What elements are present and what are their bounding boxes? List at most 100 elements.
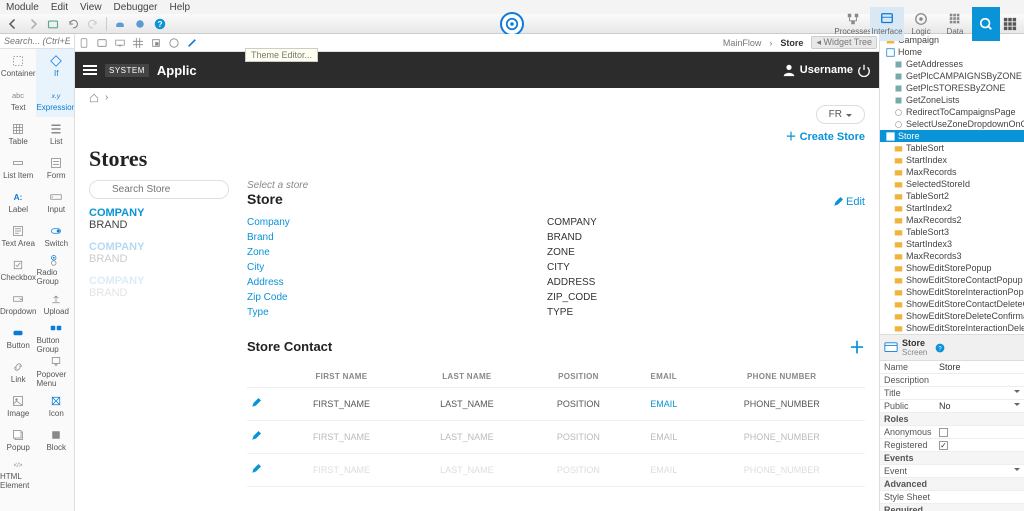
tree-item[interactable]: MaxRecords3 xyxy=(880,250,1024,262)
apps-icon[interactable] xyxy=(1000,7,1020,41)
breadcrumb-screen[interactable]: Store xyxy=(776,38,807,48)
help-icon[interactable]: ? xyxy=(151,15,169,33)
store-search-input[interactable] xyxy=(89,180,229,199)
tree-item[interactable]: ShowEditStoreContactPopup xyxy=(880,274,1024,286)
back-icon[interactable] xyxy=(4,15,22,33)
palette-textarea[interactable]: Text Area xyxy=(0,219,36,253)
tree-item[interactable]: GetAddresses xyxy=(880,58,1024,70)
tree-item[interactable]: Store xyxy=(880,130,1024,142)
breadcrumb-flow[interactable]: MainFlow xyxy=(719,38,766,48)
palette-popup[interactable]: Popup xyxy=(0,423,36,457)
redo-icon[interactable] xyxy=(84,15,102,33)
info-icon[interactable]: ? xyxy=(935,343,945,353)
tree-item[interactable]: ShowEditStoreInteractionPopup xyxy=(880,286,1024,298)
anonymous-checkbox[interactable] xyxy=(939,428,948,437)
menu-help[interactable]: Help xyxy=(169,2,190,13)
palette-image[interactable]: Image xyxy=(0,389,36,423)
tree-item[interactable]: StartIndex2 xyxy=(880,202,1024,214)
palette-radiogroup[interactable]: Radio Group xyxy=(36,253,75,287)
table-row[interactable]: FIRST_NAMELAST_NAMEPOSITIONEMAILPHONE_NU… xyxy=(247,421,865,454)
logout-icon[interactable] xyxy=(857,63,871,77)
menu-edit[interactable]: Edit xyxy=(51,2,68,13)
palette-switch[interactable]: Switch xyxy=(36,219,75,253)
tree-item[interactable]: ShowEditStoreContactDeleteConfirmationI xyxy=(880,298,1024,310)
palette-dropdown[interactable]: Dropdown xyxy=(0,287,36,321)
tree-item[interactable]: Home xyxy=(880,46,1024,58)
company-item[interactable]: COMPANY BRAND xyxy=(89,241,229,265)
palette-listitem[interactable]: List Item xyxy=(0,151,36,185)
styles-icon[interactable] xyxy=(167,38,181,48)
tree-item[interactable]: TableSort xyxy=(880,142,1024,154)
tree-item[interactable]: TableSort2 xyxy=(880,190,1024,202)
edit-row-icon[interactable] xyxy=(251,431,261,441)
palette-container[interactable]: Container xyxy=(0,49,36,83)
palette-table[interactable]: Table xyxy=(0,117,36,151)
hamburger-icon[interactable] xyxy=(83,65,97,75)
debug-icon[interactable] xyxy=(131,15,149,33)
tree-item[interactable]: GetPlcCAMPAIGNSByZONE xyxy=(880,70,1024,82)
registered-checkbox[interactable] xyxy=(939,441,948,450)
company-item[interactable]: COMPANY BRAND xyxy=(89,207,229,231)
device-tablet-icon[interactable] xyxy=(95,38,109,48)
element-tree[interactable]: CampaignHomeGetAddressesGetPlcCAMPAIGNSB… xyxy=(880,34,1024,334)
palette-expression[interactable]: x.yExpression xyxy=(36,83,75,117)
global-search-icon[interactable] xyxy=(972,7,1000,41)
tree-item[interactable]: ShowEditStoreInteractionDeleteConfirma xyxy=(880,322,1024,334)
device-desktop-icon[interactable] xyxy=(113,38,127,48)
tree-item[interactable]: ShowEditStoreDeleteConfirmationPopup xyxy=(880,310,1024,322)
publish-icon[interactable] xyxy=(111,15,129,33)
table-row[interactable]: FIRST_NAMELAST_NAMEPOSITIONEMAILPHONE_NU… xyxy=(247,388,865,421)
palette-checkbox[interactable]: Checkbox xyxy=(0,253,36,287)
device-phone-icon[interactable] xyxy=(77,38,91,48)
table-row[interactable]: FIRST_NAMELAST_NAMEPOSITIONEMAILPHONE_NU… xyxy=(247,454,865,487)
menu-debugger[interactable]: Debugger xyxy=(114,2,158,13)
palette-button[interactable]: Button xyxy=(0,321,36,355)
menu-view[interactable]: View xyxy=(80,2,102,13)
palette-icon[interactable]: Icon xyxy=(36,389,75,423)
app-user[interactable]: Username xyxy=(782,63,871,77)
forward-icon[interactable] xyxy=(24,15,42,33)
edit-row-icon[interactable] xyxy=(251,464,261,474)
palette-list[interactable]: List xyxy=(36,117,75,151)
palette-block[interactable]: Block xyxy=(36,423,75,457)
tree-item[interactable]: StartIndex3 xyxy=(880,238,1024,250)
add-contact-button[interactable]: ＋ xyxy=(849,334,865,358)
tree-item[interactable]: MaxRecords2 xyxy=(880,214,1024,226)
palette-upload[interactable]: Upload xyxy=(36,287,75,321)
tab-data[interactable]: Data xyxy=(938,7,972,41)
create-store-button[interactable]: ＋ Create Store xyxy=(786,128,865,144)
palette-buttongroup[interactable]: Button Group xyxy=(36,321,75,355)
tree-item[interactable]: SelectUseZoneDropdownOnChange xyxy=(880,118,1024,130)
palette-link[interactable]: Link xyxy=(0,355,36,389)
tree-item[interactable]: RedirectToCampaignsPage xyxy=(880,106,1024,118)
palette-text[interactable]: abcText xyxy=(0,83,36,117)
palette-input[interactable]: Input xyxy=(36,185,75,219)
tree-item[interactable]: MaxRecords xyxy=(880,166,1024,178)
company-item[interactable]: COMPANY BRAND xyxy=(89,275,229,299)
tree-item[interactable]: SelectedStoreId xyxy=(880,178,1024,190)
home-icon[interactable] xyxy=(89,93,99,103)
language-select[interactable]: FR xyxy=(816,105,865,124)
tree-item[interactable]: GetPlcSTORESByZONE xyxy=(880,82,1024,94)
tree-item[interactable]: StartIndex xyxy=(880,154,1024,166)
tree-item[interactable]: GetZoneLists xyxy=(880,94,1024,106)
palette-search-input[interactable] xyxy=(0,34,74,49)
widget-tree-toggle[interactable]: ◂ Widget Tree xyxy=(811,36,877,49)
tab-logic[interactable]: Logic xyxy=(904,7,938,41)
edit-link[interactable]: Edit xyxy=(833,196,865,208)
palette-form[interactable]: Form xyxy=(36,151,75,185)
edit-row-icon[interactable] xyxy=(251,398,261,408)
palette-popover[interactable]: Popover Menu xyxy=(36,355,75,389)
widget-tree-icon[interactable] xyxy=(149,38,163,48)
tree-item[interactable]: ShowEditStorePopup xyxy=(880,262,1024,274)
menu-module[interactable]: Module xyxy=(6,2,39,13)
undo-icon[interactable] xyxy=(64,15,82,33)
theme-editor-icon[interactable] xyxy=(185,38,199,48)
field-label: Company xyxy=(247,217,547,228)
grid-toggle-icon[interactable] xyxy=(131,38,145,48)
palette-htmlel[interactable]: </>HTML Element xyxy=(0,457,36,491)
module-open-icon[interactable] xyxy=(44,15,62,33)
palette-if[interactable]: If xyxy=(36,49,75,83)
tree-item[interactable]: TableSort3 xyxy=(880,226,1024,238)
palette-label[interactable]: A:Label xyxy=(0,185,36,219)
